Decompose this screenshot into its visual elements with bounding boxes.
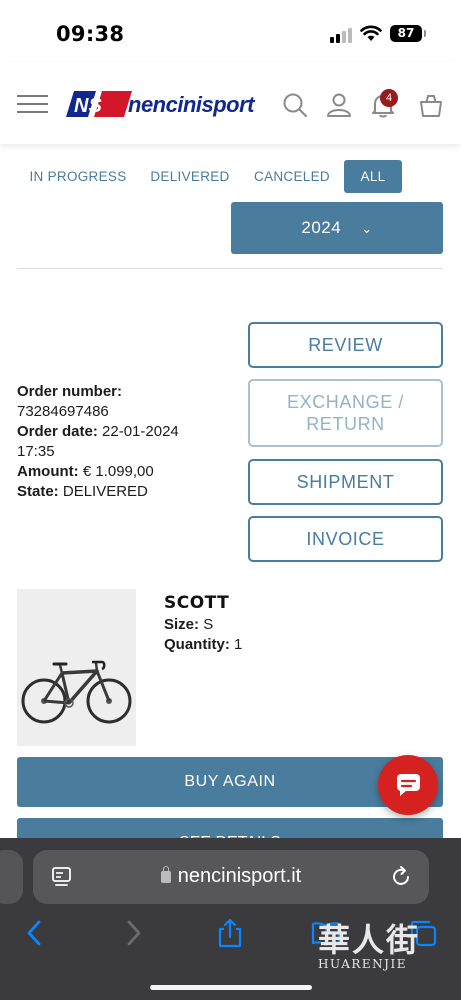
state-label: State: — [17, 483, 59, 500]
watermark-cn: 華人街 — [318, 921, 421, 959]
back-icon[interactable] — [20, 918, 50, 948]
page: 09:38 87 NS nencinisport 4 IN PROGRESS D… — [0, 0, 461, 1000]
tab-all[interactable]: ALL — [344, 160, 402, 193]
search-icon[interactable] — [282, 92, 308, 118]
shipment-label: SHIPMENT — [296, 471, 395, 492]
order-number: 73284697486 — [17, 403, 109, 420]
url-text: nencinisport.it — [177, 865, 302, 887]
order-number-label: Order number: — [17, 383, 123, 400]
chat-icon — [397, 774, 420, 796]
shipment-button[interactable]: SHIPMENT — [248, 459, 443, 505]
watermark-en: HUARENJIE — [318, 957, 407, 971]
year-value: 2024 — [301, 218, 342, 237]
chat-button[interactable] — [378, 755, 438, 815]
order-details: Order number: 73284697486 Order date: 22… — [17, 382, 237, 502]
size-value: S — [203, 616, 214, 633]
review-button[interactable]: REVIEW — [248, 322, 443, 368]
product-quantity: Quantity: 1 — [164, 636, 242, 653]
logo[interactable]: NS nencinisport — [66, 87, 255, 123]
exchange-label-line2: RETURN — [306, 414, 385, 434]
review-label: REVIEW — [308, 334, 383, 355]
account-icon[interactable] — [326, 92, 352, 118]
invoice-label: INVOICE — [306, 528, 385, 549]
address-bar[interactable]: nencinisport.it — [33, 850, 429, 904]
divider — [17, 268, 443, 269]
wifi-icon — [360, 25, 382, 41]
menu-icon[interactable] — [17, 95, 48, 114]
status-time: 09:38 — [56, 22, 125, 46]
quantity-label: Quantity: — [164, 636, 230, 653]
invoice-button[interactable]: INVOICE — [248, 516, 443, 562]
status-bar: 09:38 87 — [0, 0, 461, 62]
tab-in-progress[interactable]: IN PROGRESS — [24, 160, 132, 193]
battery-indicator: 87 — [390, 25, 426, 42]
exchange-label-line1: EXCHANGE / — [286, 392, 405, 412]
reload-icon[interactable] — [389, 865, 413, 889]
product-image[interactable] — [17, 589, 136, 746]
buy-again-label: BUY AGAIN — [184, 773, 276, 790]
exchange-return-button[interactable]: EXCHANGE / RETURN — [248, 379, 443, 447]
year-select[interactable]: 2024 ⌄ — [231, 202, 443, 254]
url-display: nencinisport.it — [33, 865, 429, 888]
forward-icon[interactable] — [118, 918, 148, 948]
share-icon[interactable] — [215, 918, 245, 948]
chevron-down-icon: ⌄ — [361, 220, 373, 236]
quantity-value: 1 — [234, 636, 243, 653]
notification-badge: 4 — [380, 89, 398, 107]
order-time: 17:35 — [17, 443, 55, 460]
order-date: 22-01-2024 — [102, 423, 179, 440]
amount-label: Amount: — [17, 463, 79, 480]
logo-mark: NS — [66, 91, 132, 117]
order-status-tabs: IN PROGRESS DELIVERED CANCELED ALL — [0, 160, 461, 193]
product-size: Size: S — [164, 616, 213, 633]
lock-icon — [160, 866, 171, 883]
previous-tab-preview[interactable] — [0, 850, 23, 904]
bicycle-icon — [21, 660, 132, 724]
order-state: DELIVERED — [62, 483, 148, 500]
product-name: SCOTT — [164, 593, 230, 613]
size-label: Size: — [164, 616, 200, 633]
tab-canceled[interactable]: CANCELED — [248, 160, 336, 193]
watermark: 華人街 HUARENJIE — [318, 915, 420, 971]
order-date-label: Order date: — [17, 423, 98, 440]
signal-icon — [330, 27, 354, 43]
order-amount: € 1.099,00 — [82, 463, 154, 480]
home-indicator[interactable] — [150, 985, 312, 990]
logo-text: nencinisport — [128, 92, 255, 117]
tab-delivered[interactable]: DELIVERED — [146, 160, 234, 193]
svg-text:NS: NS — [74, 95, 102, 117]
site-header: NS nencinisport 4 — [0, 62, 461, 144]
bag-icon[interactable] — [418, 92, 444, 118]
